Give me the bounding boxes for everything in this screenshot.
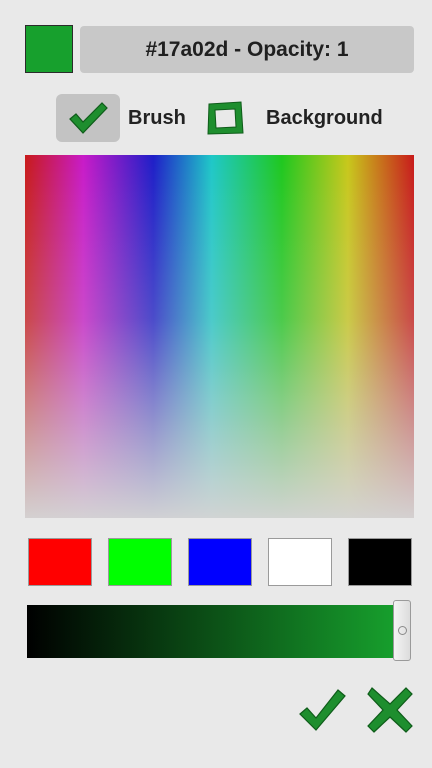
checkmark-icon [299,689,346,731]
preset-swatch-white[interactable] [268,538,332,586]
color-readout: #17a02d - Opacity: 1 [80,26,414,73]
preset-swatch-black[interactable] [348,538,412,586]
background-label[interactable]: Background [266,104,383,132]
slider-grip-icon [397,626,407,635]
brightness-slider-thumb[interactable] [393,600,411,661]
preset-swatch-red[interactable] [28,538,92,586]
brush-toggle[interactable] [56,94,120,142]
color-readout-text: #17a02d - Opacity: 1 [145,37,349,61]
brush-label[interactable]: Brush [128,104,186,132]
cross-icon [367,687,413,733]
cancel-button[interactable] [366,686,414,734]
brightness-slider-track[interactable] [27,605,397,658]
color-spectrum-picker[interactable] [25,155,414,518]
empty-square-icon [207,101,244,135]
background-toggle[interactable] [204,98,246,138]
preset-swatch-blue[interactable] [188,538,252,586]
preset-swatch-green[interactable] [108,538,172,586]
confirm-button[interactable] [296,684,348,736]
checkmark-icon [69,102,108,134]
current-color-swatch [25,25,73,73]
